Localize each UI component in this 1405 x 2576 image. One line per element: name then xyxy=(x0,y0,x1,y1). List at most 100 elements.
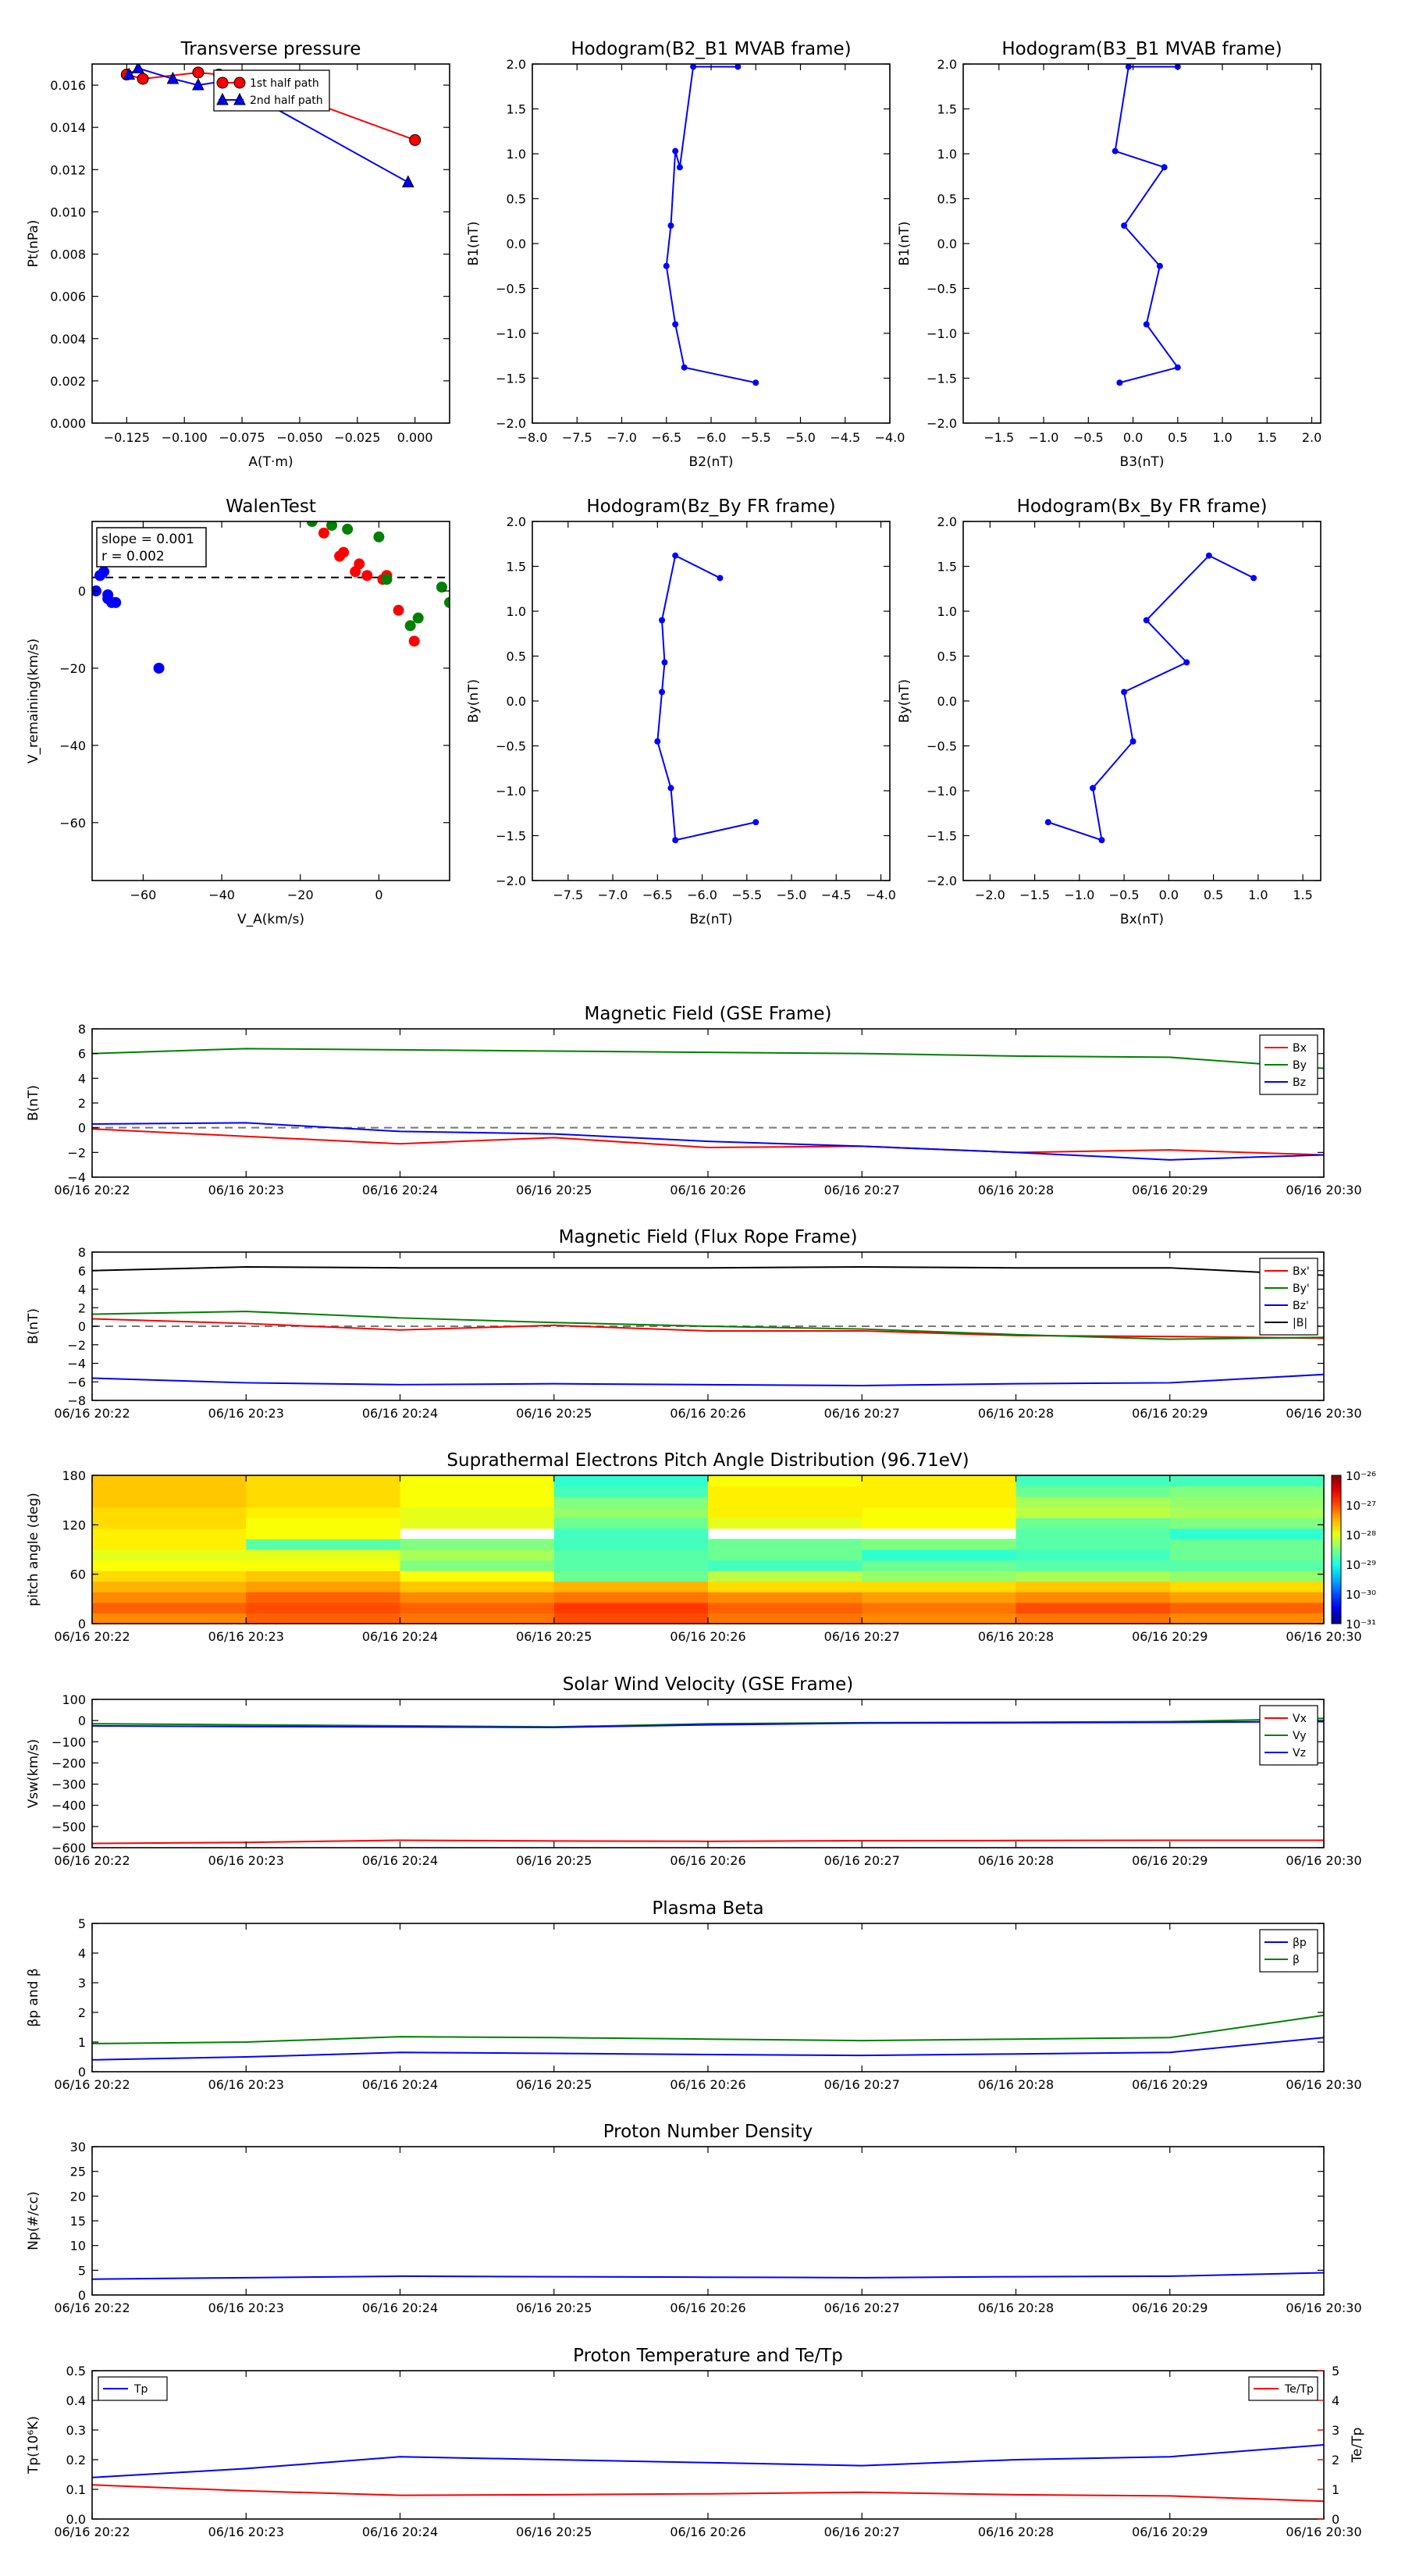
pad-cell xyxy=(246,1571,400,1582)
transverse-xtick-label: 0.000 xyxy=(397,430,433,445)
bfr-ytick-label: 6 xyxy=(78,1264,86,1279)
pad-cell xyxy=(400,1517,555,1529)
hodo3-xtick-label: −7.0 xyxy=(598,888,628,902)
pad-cell xyxy=(1169,1507,1325,1518)
pad-cell xyxy=(708,1507,863,1518)
walen-series-1-point xyxy=(318,527,329,539)
pad-cell xyxy=(553,1602,709,1614)
hodo3-ytick-label: 0.0 xyxy=(507,694,526,709)
transverse-title: Transverse pressure xyxy=(180,39,361,59)
hodo1-xtick-label: −5.5 xyxy=(741,430,771,445)
hodo1-ylabel: B1(nT) xyxy=(466,222,482,266)
bfr-xtick-label: 06/16 20:25 xyxy=(516,1406,592,1421)
pad-cell xyxy=(246,1496,400,1508)
transverse-ytick-label: 0.014 xyxy=(50,120,86,135)
hodo4-ytick-label: 0.0 xyxy=(937,694,957,709)
hodo2-ytick-label: 1.0 xyxy=(937,147,957,162)
pad-cell xyxy=(1016,1550,1171,1561)
pad-cell xyxy=(400,1496,555,1508)
transverse-ytick-label: 0.004 xyxy=(50,332,86,347)
pad-cell xyxy=(400,1581,555,1592)
pad-cell xyxy=(1016,1485,1171,1497)
transverse-ytick-label: 0.016 xyxy=(50,78,86,93)
pad-cell xyxy=(246,1517,400,1529)
hodo2-title: Hodogram(B3_B1 MVAB frame) xyxy=(1001,39,1282,59)
bgse-ytick-label: 2 xyxy=(78,1096,86,1111)
hodo1-ytick-label: 1.0 xyxy=(507,147,526,162)
bgse-ytick-label: 6 xyxy=(78,1047,86,1062)
hodo3-series-1-point xyxy=(672,552,679,559)
hodo3-series-1-point xyxy=(717,575,724,582)
tp-xtick-label: 06/16 20:30 xyxy=(1286,2524,1361,2539)
vsw-ytick-label: −500 xyxy=(52,1820,86,1834)
tp-xtick-label: 06/16 20:23 xyxy=(208,2524,284,2539)
bgse-xtick-label: 06/16 20:27 xyxy=(824,1183,900,1197)
beta-legend-box xyxy=(1259,1929,1318,1973)
beta-ytick-label: 5 xyxy=(78,1916,86,1931)
tp-ylabel-right: Te/Tp xyxy=(1350,2428,1365,2464)
hodo1-series-1-point xyxy=(676,164,683,171)
hodo4-series-1-point xyxy=(1090,785,1097,792)
bfr-ytick-label: −4 xyxy=(67,1357,86,1372)
hodo2-xtick-label: 0.5 xyxy=(1168,430,1187,445)
hodo3-xtick-label: −5.0 xyxy=(777,888,807,902)
transverse-ylabel: Pt(nPa) xyxy=(26,220,41,268)
hodo3-series-1-point xyxy=(672,837,679,844)
walen-series-2-point xyxy=(412,612,424,624)
hodo1-series-1-point xyxy=(667,222,674,229)
pad-colorbar-label: 10⁻²⁶ xyxy=(1346,1469,1376,1483)
hodo3-xtick-label: −4.5 xyxy=(821,888,852,902)
np-ylabel: Np(#/cc) xyxy=(26,2191,41,2250)
hodo3-xtick-label: −6.5 xyxy=(642,888,673,902)
bgse-xtick-label: 06/16 20:28 xyxy=(978,1183,1054,1197)
transverse-legend-label: 2nd half path xyxy=(250,94,323,107)
pad-cell xyxy=(246,1539,400,1550)
vsw-xtick-label: 06/16 20:23 xyxy=(208,1853,284,1868)
walen-annotation-line: slope = 0.001 xyxy=(101,532,194,547)
pad-cell xyxy=(708,1485,863,1497)
pad-cell xyxy=(1169,1517,1325,1529)
bgse-xtick-label: 06/16 20:30 xyxy=(1286,1183,1361,1197)
transverse-xtick-label: −0.075 xyxy=(219,430,265,445)
transverse-series-1-point xyxy=(137,73,149,85)
hodo2-xtick-label: −1.5 xyxy=(984,430,1014,445)
pad-cell xyxy=(553,1507,709,1518)
figure-canvas: Transverse pressure −0.125 −0.100 −0.075 −0.… xyxy=(0,0,1405,2576)
hodo2-ytick-label: 0.0 xyxy=(937,237,957,251)
hodo1-ytick-label: 2.0 xyxy=(507,57,526,72)
pad-cell xyxy=(553,1613,709,1624)
walen-series-2-point xyxy=(373,531,385,543)
bfr-legend-label: Bx' xyxy=(1293,1265,1310,1278)
hodo3-ytick-label: 0.5 xyxy=(507,649,526,664)
vsw-xtick-label: 06/16 20:25 xyxy=(516,1853,592,1868)
hodo4-xtick-label: 1.5 xyxy=(1293,888,1312,902)
pad-colorbar-label: 10⁻³⁰ xyxy=(1346,1588,1376,1602)
bgse-legend-label: Bz xyxy=(1293,1076,1306,1089)
beta-xtick-label: 06/16 20:26 xyxy=(670,2077,745,2092)
pad-cell xyxy=(92,1592,247,1603)
hodo2-xtick-label: −0.5 xyxy=(1073,430,1104,445)
bgse-xtick-label: 06/16 20:26 xyxy=(670,1183,745,1197)
transverse-ytick-label: 0.006 xyxy=(50,290,86,304)
pad-cell xyxy=(1016,1496,1171,1508)
pad-cell xyxy=(400,1539,555,1550)
bfr-xtick-label: 06/16 20:24 xyxy=(362,1406,438,1421)
figure-background xyxy=(0,0,1405,2576)
pad-cell xyxy=(708,1581,863,1592)
transverse-legend-point xyxy=(233,76,246,89)
vsw-xtick-label: 06/16 20:27 xyxy=(824,1853,900,1868)
beta-xtick-label: 06/16 20:24 xyxy=(362,2077,438,2092)
hodo1-xtick-label: −6.5 xyxy=(651,430,681,445)
vsw-ytick-label: −600 xyxy=(52,1841,86,1856)
pad-cell xyxy=(1169,1613,1325,1624)
tp-legend-label: Tp xyxy=(133,2383,148,2396)
beta-xtick-label: 06/16 20:23 xyxy=(208,2077,284,2092)
pad-cell xyxy=(553,1496,709,1508)
hodo4-xtick-label: 0.5 xyxy=(1204,888,1223,902)
walen-series-1-point xyxy=(354,558,365,570)
bfr-xtick-label: 06/16 20:23 xyxy=(208,1406,284,1421)
beta-xtick-label: 06/16 20:28 xyxy=(978,2077,1054,2092)
tp-xtick-label: 06/16 20:27 xyxy=(824,2524,900,2539)
hodo1-ytick-label: −0.5 xyxy=(496,282,526,297)
pad-colorbar-label: 10⁻²⁸ xyxy=(1346,1528,1376,1542)
